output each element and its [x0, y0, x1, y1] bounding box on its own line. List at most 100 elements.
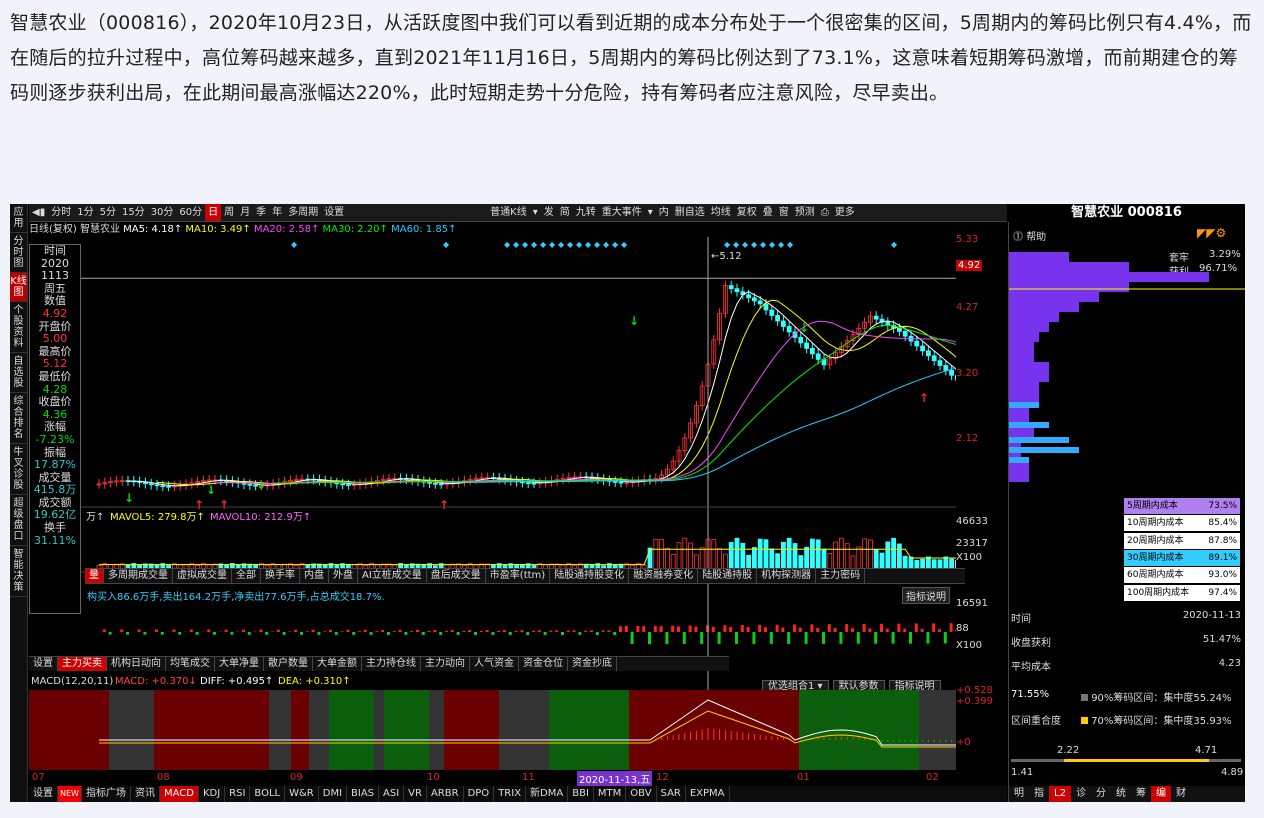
indicator-tab[interactable]: BOLL — [250, 786, 286, 802]
indicator-tab[interactable]: 换手率 — [261, 569, 300, 583]
indicator-tab[interactable]: W&R — [285, 786, 319, 802]
indicator-tab[interactable]: 量 — [85, 569, 104, 583]
period-tab[interactable]: 60分 — [176, 204, 205, 221]
indicator-tab[interactable]: BIAS — [347, 786, 380, 802]
indicator-tab[interactable]: TRIX — [494, 786, 527, 802]
macd-chart[interactable] — [29, 690, 956, 770]
sidebar-item[interactable]: 牛叉诊股 — [10, 444, 27, 495]
period-tab[interactable]: 5分 — [97, 204, 119, 221]
period-tab[interactable]: 周 — [221, 204, 237, 221]
toolbar-button[interactable]: 九转 — [573, 204, 599, 221]
panel-icon[interactable]: L2 — [1049, 786, 1071, 802]
indicator-tab[interactable]: 新DMA — [526, 786, 569, 802]
fund-tab[interactable]: 资金仓位 — [519, 657, 568, 671]
indicator-tab[interactable]: 设置 — [29, 786, 58, 802]
indicator-tab[interactable]: SAR — [657, 786, 686, 802]
help-label[interactable]: ⓵ 帮助 — [1013, 228, 1046, 243]
indicator-tab[interactable]: ASI — [379, 786, 405, 802]
panel-icon[interactable]: 统 — [1111, 786, 1131, 802]
panel-icon[interactable]: 财 — [1171, 786, 1191, 802]
indicator-tab[interactable]: 指标广场 — [82, 786, 131, 802]
toolbar-button[interactable]: 更多 — [832, 204, 858, 221]
panel-icon[interactable]: 筹 — [1131, 786, 1151, 802]
fund-tab[interactable]: 主力持仓线 — [362, 657, 421, 671]
sidebar-item[interactable]: 超级盘口 — [10, 495, 27, 546]
sidebar-item[interactable]: 智能决策 — [10, 546, 27, 597]
toolbar-button[interactable]: 复权 — [734, 204, 760, 221]
sidebar-item[interactable]: 应用 — [10, 204, 27, 233]
indicator-tab[interactable]: 机构探测器 — [757, 569, 817, 583]
indicator-tab[interactable]: 市盈率(ttm) — [486, 569, 551, 583]
period-tab[interactable]: 15分 — [119, 204, 148, 221]
panel-icon[interactable]: 指 — [1029, 786, 1049, 802]
indicator-tab[interactable]: 外盘 — [329, 569, 358, 583]
indicator-tab[interactable]: DPO — [464, 786, 495, 802]
indicator-tab[interactable]: KDJ — [199, 786, 226, 802]
sidebar-item[interactable]: K线图 — [10, 273, 27, 302]
period-tab[interactable]: 分时 — [48, 204, 74, 221]
toolbar-button[interactable]: 预测 — [792, 204, 818, 221]
toolbar-button[interactable]: 重大事件 — [599, 204, 645, 221]
toolbar-button[interactable]: 普通K线 — [487, 204, 530, 221]
indicator-tab[interactable]: MACD — [159, 786, 199, 802]
toolbar-button[interactable]: 简 — [557, 204, 573, 221]
toolbar-button[interactable]: ⎙ — [818, 204, 832, 221]
indicator-tab[interactable]: 多周期成交量 — [104, 569, 173, 583]
toolbar-button[interactable]: 删自选 — [672, 204, 708, 221]
toolbar-button[interactable]: 均线 — [708, 204, 734, 221]
flow-help-button[interactable]: 指标说明 — [902, 587, 950, 604]
period-tab[interactable]: 季 — [253, 204, 269, 221]
indicator-tab[interactable]: 盘后成交量 — [427, 569, 486, 583]
period-tab[interactable]: 1分 — [74, 204, 96, 221]
period-tab[interactable]: 日 — [205, 204, 222, 221]
period-tab[interactable]: 设置 — [321, 204, 347, 221]
indicator-tab[interactable]: OBV — [626, 786, 657, 802]
fund-tab[interactable]: 主力动向 — [421, 657, 470, 671]
panel-icon[interactable]: 编 — [1150, 786, 1171, 802]
fund-tab[interactable]: 资金抄底 — [568, 657, 617, 671]
fund-tab[interactable]: 大单净量 — [215, 657, 264, 671]
indicator-tab[interactable]: 虚拟成交量 — [173, 569, 232, 583]
toolbar-button[interactable]: ▾ — [645, 204, 656, 221]
toolbar-button[interactable]: 叠 — [760, 204, 776, 221]
sidebar-item[interactable]: 分时图 — [10, 233, 27, 273]
fund-tab[interactable]: 设置 — [29, 657, 58, 671]
fund-tab[interactable]: 大单金额 — [313, 657, 362, 671]
panel-icon[interactable]: 分 — [1091, 786, 1111, 802]
indicator-tab[interactable]: NEW — [58, 786, 82, 802]
indicator-tab[interactable]: 内盘 — [300, 569, 329, 583]
kline-chart[interactable]: ◆ ◆ ◆◆ ◆ ◆ ◆ ◆ ◆ ◆ ◆ ◆ ◆ ◆ ◆ ◆ ◆ ◆ ◆ ◆ ◆ ◆ ◆ ◆ ◆←5.12↓↓ ↓↑ ↑ ↑↓ ↓↑ — [29, 237, 956, 707]
period-tab[interactable]: 多周期 — [285, 204, 321, 221]
indicator-tab[interactable]: EXPMA — [686, 786, 730, 802]
toolbar-button[interactable]: 窗 — [776, 204, 792, 221]
toolbar-button[interactable]: ▾ — [530, 204, 541, 221]
indicator-tab[interactable]: 资讯 — [131, 786, 160, 802]
fund-tab[interactable]: 主力买卖 — [58, 657, 107, 671]
indicator-tab[interactable]: MTM — [594, 786, 627, 802]
indicator-tab[interactable]: BBI — [568, 786, 594, 802]
toolbar-button[interactable]: 发 — [541, 204, 557, 221]
indicator-tab[interactable]: DMI — [319, 786, 348, 802]
sidebar-item[interactable]: 自选股 — [10, 353, 27, 393]
period-tab[interactable]: 月 — [237, 204, 253, 221]
panel-icon[interactable]: 诊 — [1071, 786, 1091, 802]
sidebar-item[interactable]: 综合排名 — [10, 393, 27, 444]
indicator-tab[interactable]: 陆股通持股 — [698, 569, 758, 583]
fund-tab[interactable]: 机构日动向 — [107, 657, 166, 671]
flag-icons[interactable]: ◤◤⚙ — [1197, 226, 1226, 240]
period-tab[interactable]: 30分 — [148, 204, 177, 221]
indicator-tab[interactable]: 陆股通持股变化 — [550, 569, 630, 583]
indicator-tab[interactable]: 融资融券变化 — [629, 569, 699, 583]
indicator-tab[interactable]: AI立桩成交量 — [358, 569, 427, 583]
panel-icon[interactable]: 明 — [1009, 786, 1029, 802]
indicator-tab[interactable]: VR — [404, 786, 427, 802]
period-tab[interactable]: 年 — [269, 204, 285, 221]
indicator-tab[interactable]: RSI — [225, 786, 251, 802]
indicator-tab[interactable]: 全部 — [232, 569, 261, 583]
indicator-tab[interactable]: 主力密码 — [816, 569, 866, 583]
indicator-tab[interactable]: ARBR — [427, 786, 464, 802]
fund-tab[interactable]: 散户数量 — [264, 657, 313, 671]
sidebar-item[interactable]: 个股资料 — [10, 302, 27, 353]
toolbar-button[interactable]: 内 — [656, 204, 672, 221]
nav-icon[interactable]: ◀▮ — [29, 204, 48, 221]
